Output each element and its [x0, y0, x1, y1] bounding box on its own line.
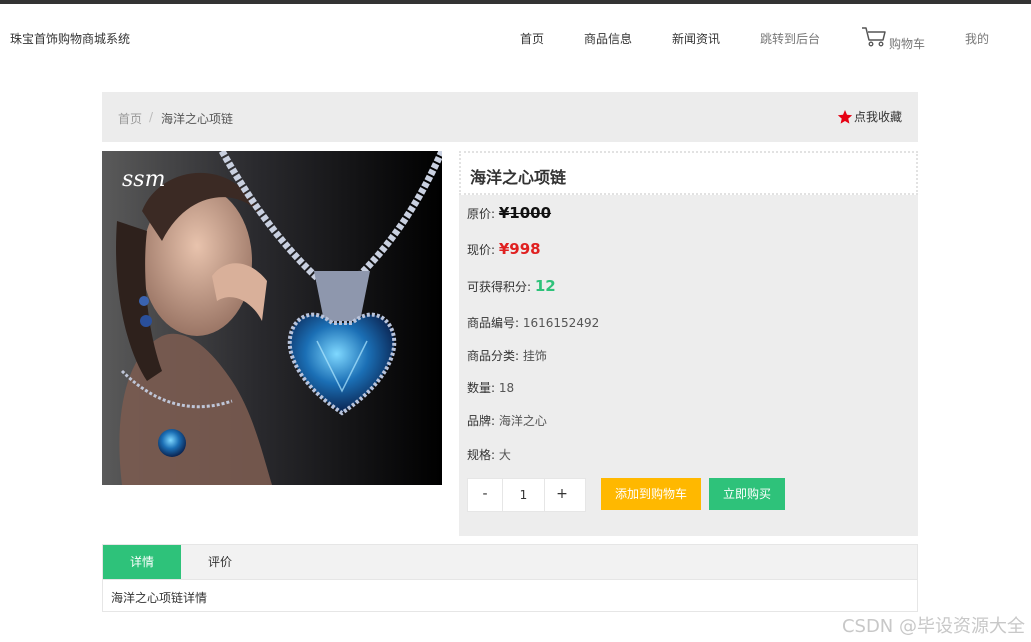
stock-value: 18 [498, 381, 515, 395]
original-price-label: 原价: [467, 207, 496, 221]
tab-detail[interactable]: 详情 [103, 545, 181, 579]
nav-mine[interactable]: 我的 [965, 30, 989, 47]
top-border [0, 0, 1031, 4]
image-logo: ssm [122, 167, 165, 192]
nav-products[interactable]: 商品信息 [584, 30, 632, 47]
tab-review[interactable]: 评价 [181, 545, 259, 579]
sku-label: 商品编号: [467, 316, 520, 330]
breadcrumb-current: 海洋之心项链 [161, 112, 234, 126]
category-value: 挂饰 [522, 349, 547, 363]
quantity-increase-button[interactable]: + [544, 479, 579, 511]
category-label: 商品分类: [467, 349, 520, 363]
current-price: ¥998 [498, 240, 541, 258]
original-price-row: 原价: ¥1000 [467, 204, 551, 222]
product-image: ssm [102, 151, 442, 485]
product-title: 海洋之心项链 [470, 168, 567, 187]
points-value: 12 [534, 277, 556, 295]
tab-content: 海洋之心项链详情 [111, 591, 208, 605]
tab-header: 详情 评价 [103, 545, 917, 580]
stock-row: 数量: 18 [467, 379, 514, 396]
points-label: 可获得积分: [467, 280, 532, 294]
favorite-button[interactable]: 点我收藏 [837, 108, 902, 125]
favorite-label: 点我收藏 [853, 110, 902, 124]
quantity-decrease-button[interactable]: - [468, 479, 503, 511]
breadcrumb-bar: 首页 / 海洋之心项链 点我收藏 [102, 92, 918, 142]
current-price-row: 现价: ¥998 [467, 240, 541, 258]
sku-row: 商品编号: 1616152492 [467, 314, 599, 331]
breadcrumb-separator: / [149, 110, 154, 124]
site-brand: 珠宝首饰购物商城系统 [10, 32, 131, 46]
add-to-cart-button[interactable]: 添加到购物车 [601, 478, 701, 510]
quantity-input[interactable]: 1 [503, 479, 544, 511]
nav-home[interactable]: 首页 [520, 30, 544, 47]
brand-row: 品牌: 海洋之心 [467, 412, 547, 429]
watermark: CSDN @毕设资源大全 [841, 616, 1025, 637]
brand-label: 品牌: [467, 414, 496, 428]
points-row: 可获得积分: 12 [467, 277, 556, 295]
sku-value: 1616152492 [522, 316, 600, 330]
current-price-label: 现价: [467, 243, 496, 257]
detail-tabs: 详情 评价 海洋之心项链详情 [102, 544, 918, 612]
star-icon [837, 109, 853, 124]
cart-icon[interactable] [861, 26, 887, 48]
nav-news[interactable]: 新闻资讯 [672, 30, 720, 47]
spec-row: 规格: 大 [467, 446, 511, 463]
quantity-stepper: - 1 + [467, 478, 586, 512]
stock-label: 数量: [467, 381, 496, 395]
nav-cart[interactable]: 购物车 [889, 35, 925, 52]
spec-label: 规格: [467, 448, 496, 462]
buy-now-button[interactable]: 立即购买 [709, 478, 785, 510]
breadcrumb-home[interactable]: 首页 [118, 110, 142, 127]
nav-admin[interactable]: 跳转到后台 [760, 30, 820, 47]
product-title-box: 海洋之心项链 [459, 151, 918, 195]
category-row: 商品分类: 挂饰 [467, 347, 547, 364]
spec-value: 大 [498, 448, 511, 462]
original-price: ¥1000 [498, 204, 552, 222]
brand-value: 海洋之心 [498, 414, 547, 428]
product-info-panel: 海洋之心项链 原价: ¥1000 现价: ¥998 可获得积分: 12 商品编号… [459, 151, 918, 536]
